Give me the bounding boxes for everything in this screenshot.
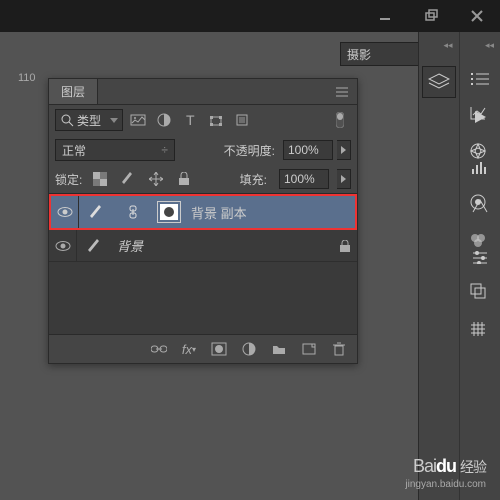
dock-history-icon[interactable]	[464, 100, 492, 126]
dock-clone-icon[interactable]	[464, 278, 492, 304]
lock-position-button[interactable]	[146, 170, 166, 188]
mask-thumbnail[interactable]	[157, 201, 181, 223]
close-button[interactable]	[454, 0, 500, 32]
dock-styles-icon[interactable]	[464, 316, 492, 342]
group-button[interactable]	[269, 339, 289, 359]
dock-layers-icon[interactable]	[422, 66, 456, 98]
minimize-button[interactable]	[362, 0, 408, 32]
chevron-down-icon	[110, 118, 118, 123]
opacity-value[interactable]: 100%	[283, 140, 333, 160]
ruler-mark: 110	[18, 72, 36, 84]
lock-pixels-button[interactable]	[118, 170, 138, 188]
blend-mode-selector[interactable]: 正常 ÷	[55, 139, 175, 161]
blend-mode-label: 正常	[62, 142, 86, 159]
fill-label: 填充:	[240, 171, 267, 188]
layer-name[interactable]: 背景	[113, 236, 333, 255]
new-layer-button[interactable]	[299, 339, 319, 359]
search-icon	[60, 113, 74, 127]
lock-all-button[interactable]	[174, 170, 194, 188]
dock-navigator-icon[interactable]	[464, 138, 492, 164]
filter-smart-button[interactable]	[231, 109, 253, 131]
lock-label: 锁定:	[55, 171, 82, 188]
layer-visibility-toggle[interactable]	[51, 196, 79, 228]
link-icon	[121, 201, 145, 223]
layer-lock-icon	[333, 240, 357, 252]
layer-visibility-toggle[interactable]	[49, 230, 77, 261]
dock-collapse-right[interactable]: ◂◂	[460, 40, 500, 54]
dock-paragraph-icon[interactable]	[466, 66, 494, 92]
svg-text:T: T	[186, 113, 195, 127]
filter-pixel-button[interactable]	[127, 109, 149, 131]
opacity-stepper[interactable]	[337, 140, 351, 160]
filter-type-button[interactable]: T	[179, 109, 201, 131]
opacity-label: 不透明度:	[224, 142, 275, 159]
layer-style-button[interactable]: fx▾	[179, 339, 199, 359]
layer-filter-selector[interactable]: 类型	[55, 109, 123, 131]
adjustment-layer-button[interactable]	[239, 339, 259, 359]
delete-layer-button[interactable]	[329, 339, 349, 359]
filter-toggle-button[interactable]	[329, 109, 351, 131]
panel-menu-button[interactable]	[327, 79, 357, 104]
dock-color-icon[interactable]	[464, 189, 492, 215]
layer-name[interactable]: 背景 副本	[187, 203, 355, 222]
layer-mask-button[interactable]	[209, 339, 229, 359]
maximize-button[interactable]	[408, 0, 454, 32]
filter-shape-button[interactable]	[205, 109, 227, 131]
layer-item[interactable]: 背景	[49, 230, 357, 262]
dock-collapse-left[interactable]: ◂◂	[419, 40, 459, 54]
layers-panel: 图层 类型 T 正常 ÷ 不透明度: 100% 锁定: 填充: 100%	[48, 78, 358, 364]
filter-adjustment-button[interactable]	[153, 109, 175, 131]
tab-layers[interactable]: 图层	[49, 79, 98, 104]
fill-value[interactable]: 100%	[279, 169, 329, 189]
brush-icon	[83, 235, 107, 257]
watermark-url: jingyan.baidu.com	[405, 479, 486, 490]
filter-type-label: 类型	[77, 112, 101, 129]
link-layers-button[interactable]	[149, 339, 169, 359]
workspace-selected-label: 摄影	[347, 46, 371, 63]
brush-icon	[85, 201, 109, 223]
watermark: Baidu经验 jingyan.baidu.com	[405, 456, 486, 490]
lock-transparency-button[interactable]	[90, 170, 110, 188]
layer-item-selected[interactable]: 背景 副本	[49, 194, 357, 230]
fill-stepper[interactable]	[337, 169, 351, 189]
dock-libraries-icon[interactable]	[464, 227, 492, 253]
